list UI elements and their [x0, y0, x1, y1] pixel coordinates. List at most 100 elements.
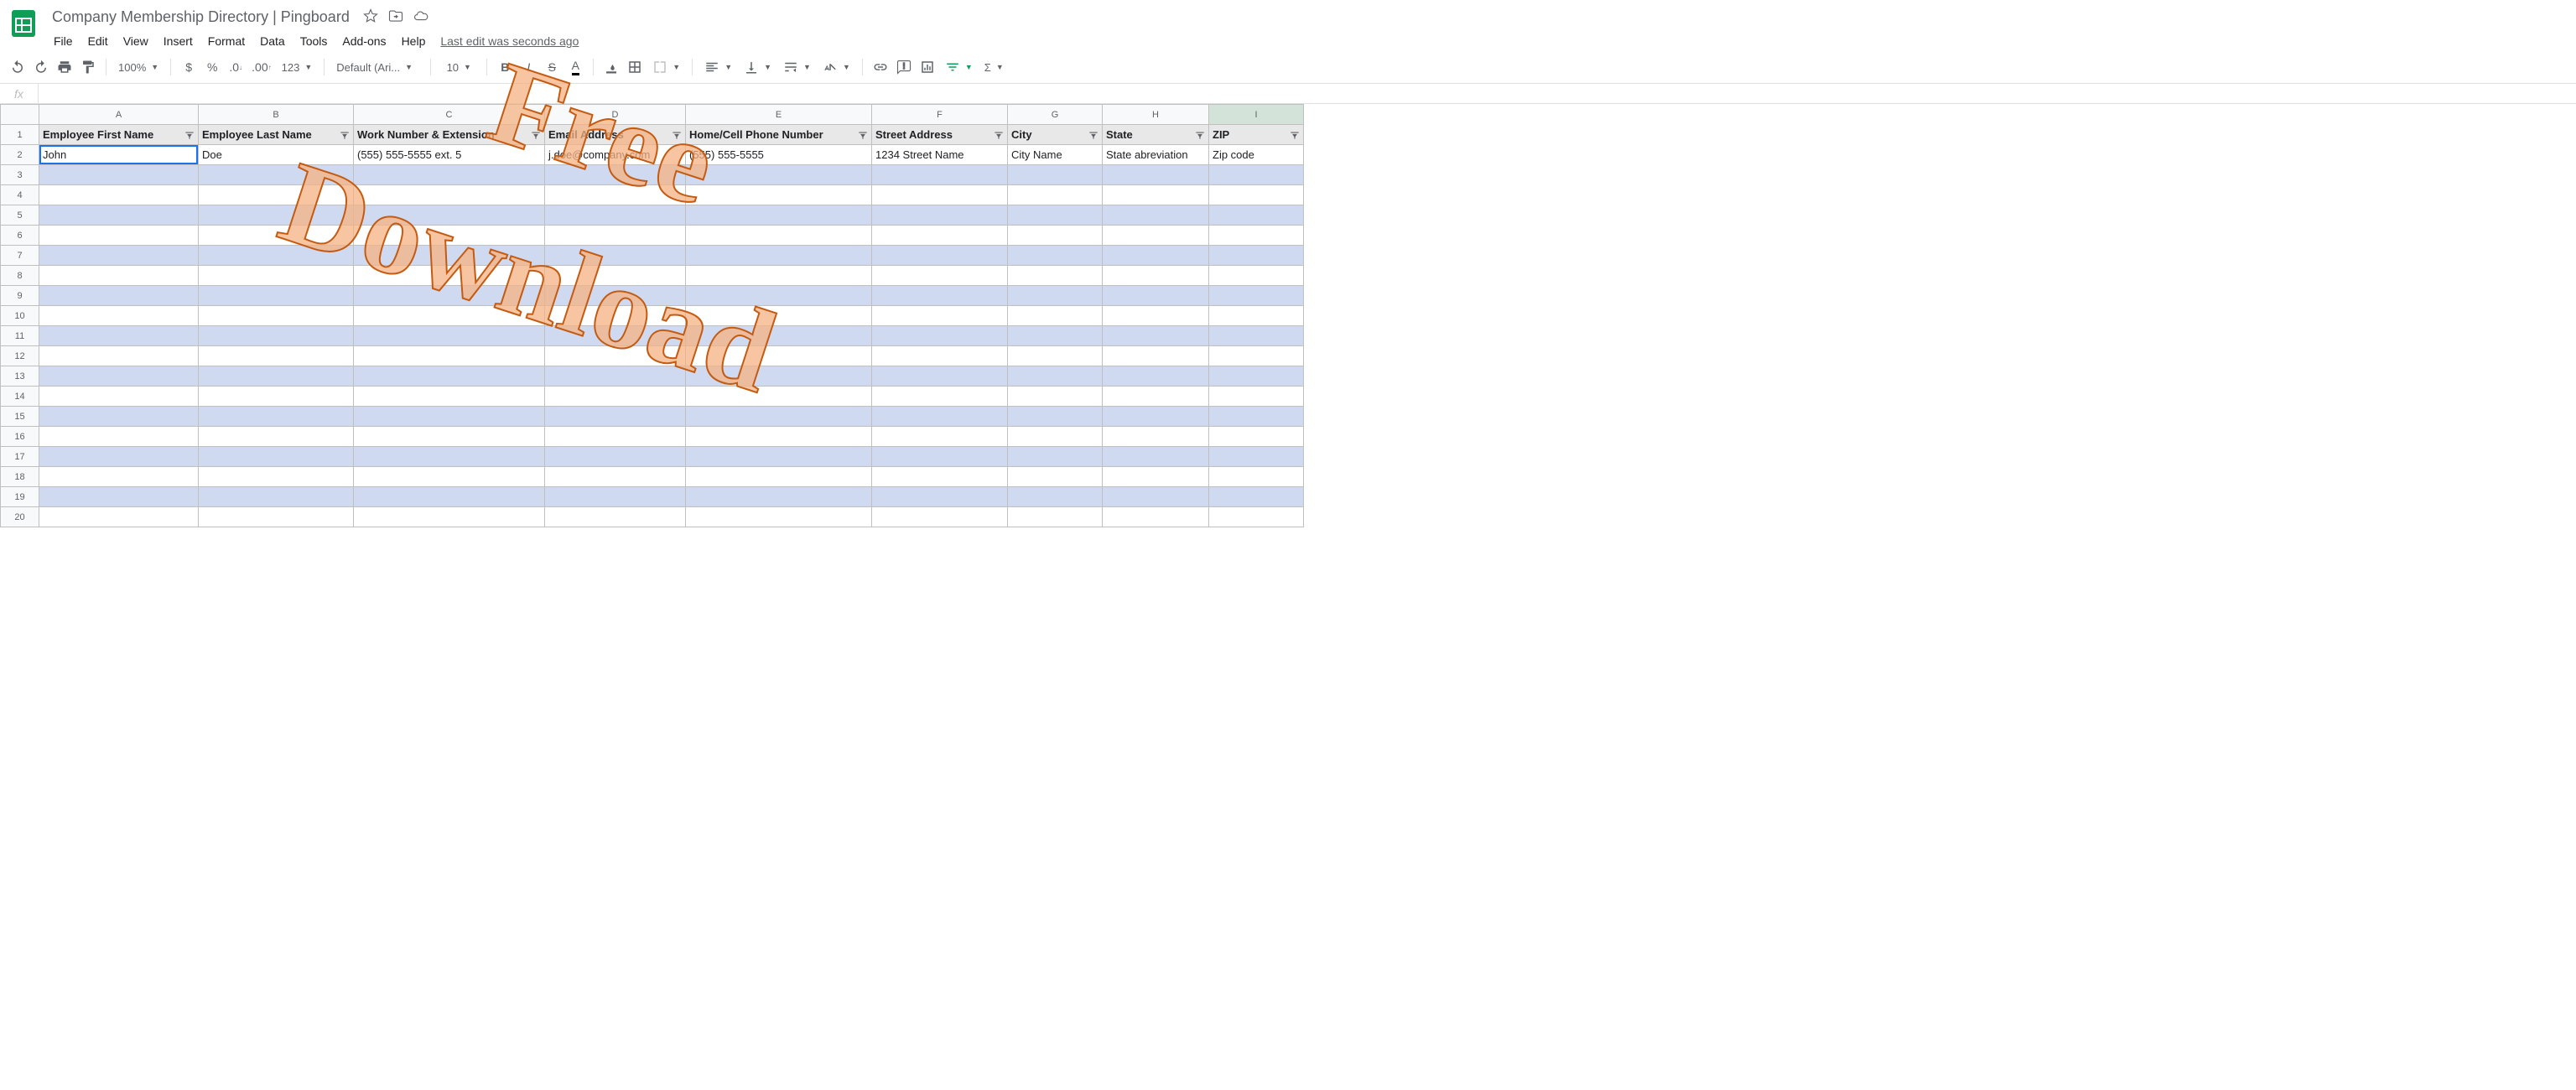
filter-icon[interactable] [856, 128, 870, 142]
cell-C11[interactable] [354, 326, 545, 346]
cell-F12[interactable] [872, 346, 1008, 366]
functions-dropdown[interactable]: Σ▼ [979, 56, 1009, 78]
menu-edit[interactable]: Edit [81, 31, 115, 51]
cell-I7[interactable] [1209, 246, 1304, 266]
cell-A10[interactable] [39, 306, 199, 326]
formula-input[interactable] [39, 84, 2576, 103]
cell-E13[interactable] [686, 366, 872, 387]
cell-F14[interactable] [872, 387, 1008, 407]
cell-G4[interactable] [1008, 185, 1103, 205]
row-header-6[interactable]: 6 [1, 226, 39, 246]
spreadsheet-grid[interactable]: ABCDEFGHI1Employee First NameEmployee La… [0, 104, 2576, 527]
horizontal-align-dropdown[interactable]: ▼ [699, 56, 737, 78]
currency-button[interactable]: $ [178, 56, 200, 78]
cell-F19[interactable] [872, 487, 1008, 507]
cell-A14[interactable] [39, 387, 199, 407]
cell-I5[interactable] [1209, 205, 1304, 226]
cell-D20[interactable] [545, 507, 686, 527]
cell-C13[interactable] [354, 366, 545, 387]
cell-F6[interactable] [872, 226, 1008, 246]
cell-B6[interactable] [199, 226, 354, 246]
cell-I11[interactable] [1209, 326, 1304, 346]
cell-A8[interactable] [39, 266, 199, 286]
cell-I14[interactable] [1209, 387, 1304, 407]
cell-I20[interactable] [1209, 507, 1304, 527]
cell-E10[interactable] [686, 306, 872, 326]
cell-G5[interactable] [1008, 205, 1103, 226]
cell-D2[interactable]: j.doe@company.com [545, 145, 686, 165]
cell-E12[interactable] [686, 346, 872, 366]
cell-I10[interactable] [1209, 306, 1304, 326]
zoom-dropdown[interactable]: 100%▼ [113, 56, 164, 78]
insert-comment-button[interactable] [893, 56, 915, 78]
bold-button[interactable]: B [494, 56, 516, 78]
cell-H17[interactable] [1103, 447, 1209, 467]
cell-A11[interactable] [39, 326, 199, 346]
cell-G17[interactable] [1008, 447, 1103, 467]
row-header-16[interactable]: 16 [1, 427, 39, 447]
cell-A4[interactable] [39, 185, 199, 205]
menu-view[interactable]: View [117, 31, 155, 51]
cell-I17[interactable] [1209, 447, 1304, 467]
cell-E16[interactable] [686, 427, 872, 447]
cell-G12[interactable] [1008, 346, 1103, 366]
filter-icon[interactable] [183, 128, 196, 142]
menu-format[interactable]: Format [201, 31, 252, 51]
cell-B15[interactable] [199, 407, 354, 427]
text-color-button[interactable]: A [564, 56, 586, 78]
row-header-12[interactable]: 12 [1, 346, 39, 366]
cell-B2[interactable]: Doe [199, 145, 354, 165]
row-header-9[interactable]: 9 [1, 286, 39, 306]
row-header-7[interactable]: 7 [1, 246, 39, 266]
cell-E20[interactable] [686, 507, 872, 527]
cell-G2[interactable]: City Name [1008, 145, 1103, 165]
menu-insert[interactable]: Insert [157, 31, 200, 51]
font-size-dropdown[interactable]: 10▼ [438, 56, 480, 78]
cell-I16[interactable] [1209, 427, 1304, 447]
cell-C3[interactable] [354, 165, 545, 185]
cell-G7[interactable] [1008, 246, 1103, 266]
cell-D12[interactable] [545, 346, 686, 366]
cell-E5[interactable] [686, 205, 872, 226]
cell-D10[interactable] [545, 306, 686, 326]
header-cell-I[interactable]: ZIP [1209, 125, 1304, 145]
cell-E9[interactable] [686, 286, 872, 306]
cell-H18[interactable] [1103, 467, 1209, 487]
cell-E4[interactable] [686, 185, 872, 205]
cell-B12[interactable] [199, 346, 354, 366]
cell-H8[interactable] [1103, 266, 1209, 286]
row-header-13[interactable]: 13 [1, 366, 39, 387]
cell-D7[interactable] [545, 246, 686, 266]
cell-H13[interactable] [1103, 366, 1209, 387]
cell-G19[interactable] [1008, 487, 1103, 507]
cell-A20[interactable] [39, 507, 199, 527]
cell-I18[interactable] [1209, 467, 1304, 487]
cell-E2[interactable]: (555) 555-5555 [686, 145, 872, 165]
cell-C7[interactable] [354, 246, 545, 266]
header-cell-G[interactable]: City [1008, 125, 1103, 145]
cell-E19[interactable] [686, 487, 872, 507]
column-header-D[interactable]: D [545, 105, 686, 125]
column-header-A[interactable]: A [39, 105, 199, 125]
cell-F18[interactable] [872, 467, 1008, 487]
cell-C17[interactable] [354, 447, 545, 467]
print-button[interactable] [54, 56, 75, 78]
cell-B16[interactable] [199, 427, 354, 447]
row-header-3[interactable]: 3 [1, 165, 39, 185]
borders-button[interactable] [624, 56, 646, 78]
cell-B8[interactable] [199, 266, 354, 286]
cell-A7[interactable] [39, 246, 199, 266]
cell-B9[interactable] [199, 286, 354, 306]
cell-B14[interactable] [199, 387, 354, 407]
cell-G13[interactable] [1008, 366, 1103, 387]
cell-H16[interactable] [1103, 427, 1209, 447]
cell-D9[interactable] [545, 286, 686, 306]
cell-C18[interactable] [354, 467, 545, 487]
cell-F7[interactable] [872, 246, 1008, 266]
cell-A16[interactable] [39, 427, 199, 447]
cell-B4[interactable] [199, 185, 354, 205]
header-cell-F[interactable]: Street Address [872, 125, 1008, 145]
cell-C5[interactable] [354, 205, 545, 226]
cell-E11[interactable] [686, 326, 872, 346]
cell-F20[interactable] [872, 507, 1008, 527]
